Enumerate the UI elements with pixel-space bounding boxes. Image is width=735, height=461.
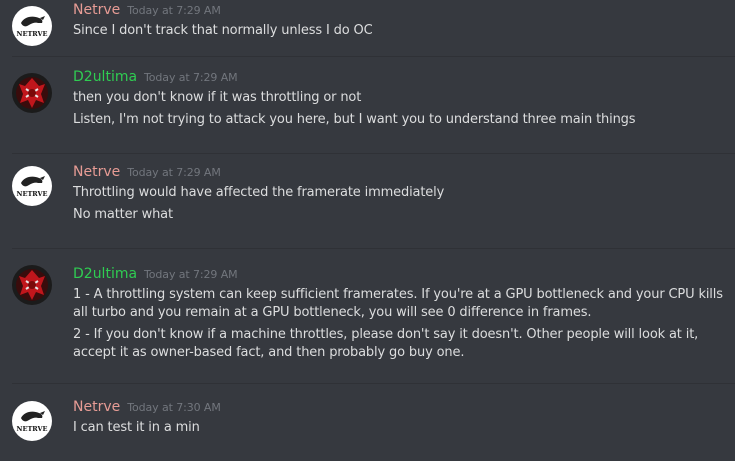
message-text: 1 - A throttling system can keep suffici…: [73, 287, 723, 320]
netrve-avatar-icon: NETRVE: [12, 166, 52, 206]
username[interactable]: Netrve: [73, 2, 120, 18]
message-text: Throttling would have affected the frame…: [73, 185, 445, 200]
avatar[interactable]: [12, 265, 52, 305]
avatar[interactable]: NETRVE: [12, 166, 52, 206]
message-text: No matter what: [73, 207, 173, 222]
timestamp: Today at 7:29 AM: [144, 71, 238, 84]
timestamp: Today at 7:29 AM: [127, 166, 221, 179]
avatar[interactable]: NETRVE: [12, 6, 52, 46]
netrve-avatar-icon: NETRVE: [12, 401, 52, 441]
svg-text:NETRVE: NETRVE: [17, 30, 48, 38]
message-text: Listen, I'm not trying to attack you her…: [73, 112, 636, 127]
avatar[interactable]: NETRVE: [12, 401, 52, 441]
d2ultima-avatar-icon: [12, 73, 52, 113]
message-group: NETRVE Netrve Today at 7:29 AM Throttlin…: [0, 154, 735, 248]
message-group: D2ultima Today at 7:29 AM then you don't…: [0, 57, 735, 153]
avatar[interactable]: [12, 73, 52, 113]
message-text: then you don't know if it was throttling…: [73, 90, 362, 105]
timestamp: Today at 7:30 AM: [127, 401, 221, 414]
username[interactable]: Netrve: [73, 164, 120, 180]
netrve-avatar-icon: NETRVE: [12, 6, 52, 46]
message-group: D2ultima Today at 7:29 AM 1 - A throttli…: [0, 249, 735, 383]
svg-text:NETRVE: NETRVE: [17, 190, 48, 198]
timestamp: Today at 7:29 AM: [127, 4, 221, 17]
username[interactable]: Netrve: [73, 399, 120, 415]
svg-text:NETRVE: NETRVE: [17, 425, 48, 433]
message-group: NETRVE Netrve Today at 7:29 AM Since I d…: [0, 0, 735, 56]
chat-message-list: NETRVE Netrve Today at 7:29 AM Since I d…: [0, 0, 735, 454]
username[interactable]: D2ultima: [73, 266, 137, 282]
message-text: 2 - If you don't know if a machine throt…: [73, 327, 699, 360]
message-text: I can test it in a min: [73, 420, 200, 435]
d2ultima-avatar-icon: [12, 265, 52, 305]
message-group: NETRVE Netrve Today at 7:30 AM I can tes…: [0, 384, 735, 454]
message-text: Since I don't track that normally unless…: [73, 23, 373, 38]
username[interactable]: D2ultima: [73, 69, 137, 85]
timestamp: Today at 7:29 AM: [144, 268, 238, 281]
